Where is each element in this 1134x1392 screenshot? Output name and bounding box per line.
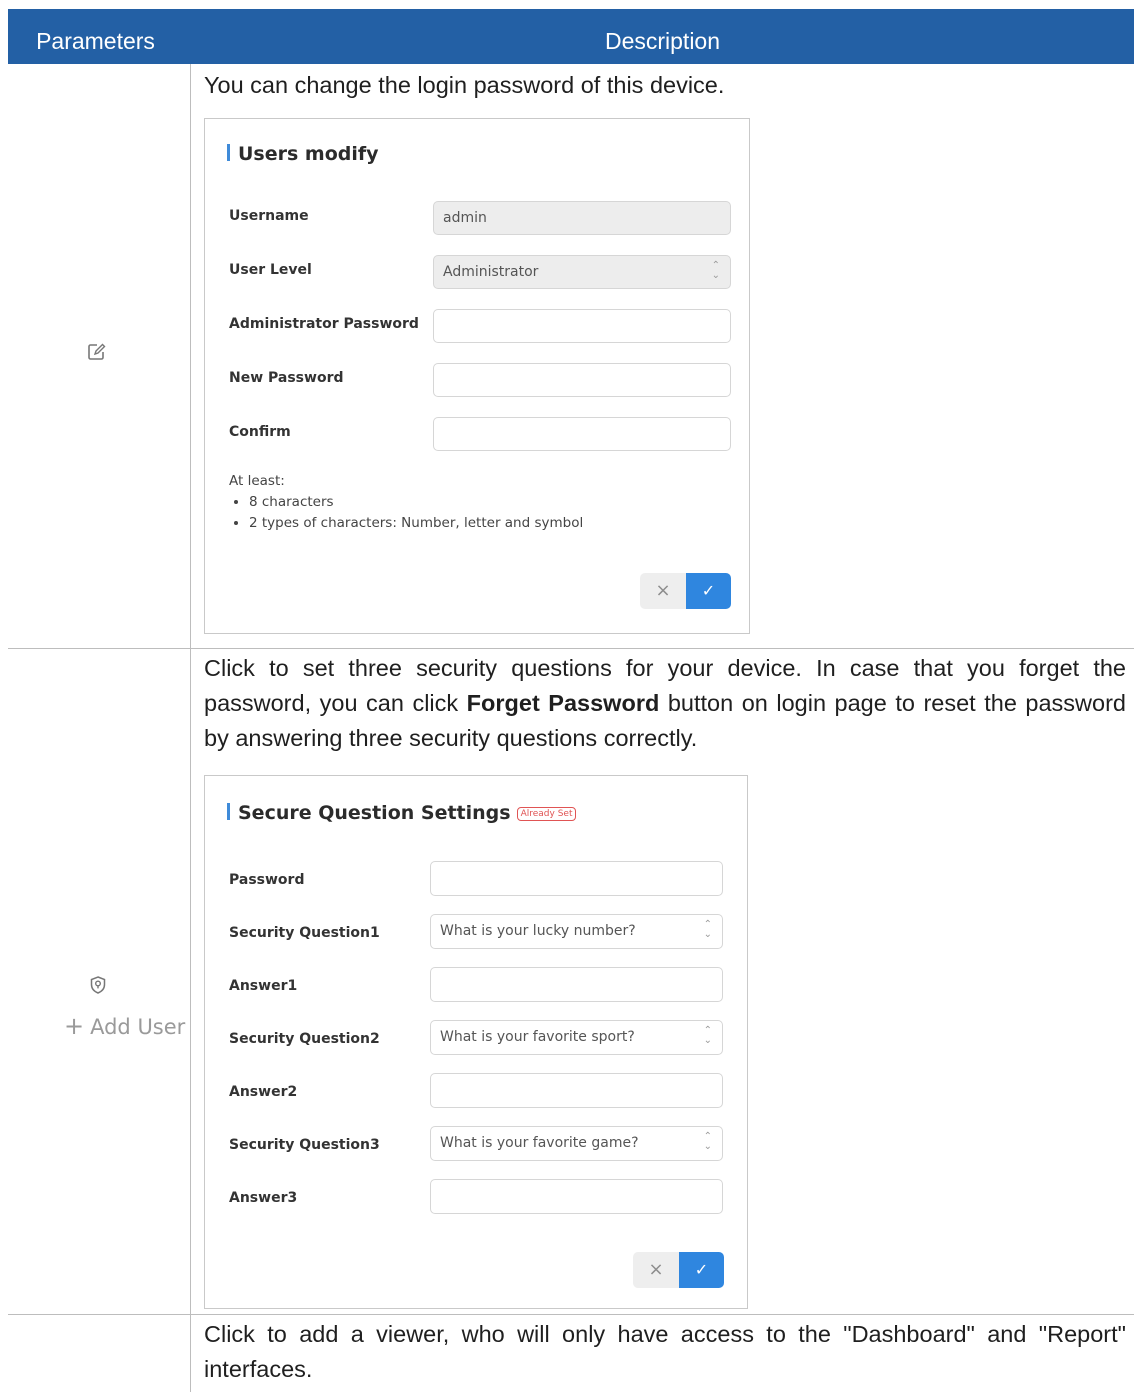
answer3-label: Answer3: [229, 1190, 298, 1206]
security-question1-select[interactable]: What is your lucky number? ⌃ ⌄: [430, 914, 723, 949]
answer1-label: Answer1: [229, 978, 298, 994]
confirm-password-field[interactable]: [433, 417, 731, 451]
username-field: admin: [433, 201, 731, 235]
add-user-label: Add User: [90, 1015, 186, 1039]
username-label: Username: [229, 208, 309, 224]
cancel-button[interactable]: ×: [633, 1252, 679, 1288]
password-requirements: At least: 8 characters 2 types of charac…: [229, 471, 583, 534]
row1-description: You can change the login password of thi…: [204, 72, 725, 98]
column-divider: [190, 64, 191, 1392]
row-divider: [8, 1314, 1134, 1315]
requirements-title: At least:: [229, 473, 285, 489]
row3-description: Click to add a viewer, who will only hav…: [204, 1321, 1126, 1382]
security-question2-label: Security Question2: [229, 1031, 380, 1047]
edit-icon: [86, 342, 106, 367]
updown-icon: ⌃ ⌄: [703, 1131, 712, 1152]
security-question3-select[interactable]: What is your favorite game? ⌃ ⌄: [430, 1126, 723, 1161]
confirm-button[interactable]: ✓: [686, 573, 731, 609]
updown-icon: ⌃ ⌄: [711, 260, 720, 281]
security-question1-label: Security Question1: [229, 925, 380, 941]
updown-icon: ⌃ ⌄: [703, 1025, 712, 1046]
secure-question-title: Secure Question Settings Already Set: [227, 802, 577, 824]
admin-password-label: Administrator Password: [229, 316, 419, 332]
answer3-field[interactable]: [430, 1179, 723, 1214]
answer1-field[interactable]: [430, 967, 723, 1002]
password-label: Password: [229, 872, 305, 888]
row2-description: Click to set three security questions fo…: [204, 655, 1126, 751]
plus-icon: +: [64, 1012, 85, 1040]
updown-icon: ⌃ ⌄: [703, 919, 712, 940]
cancel-button[interactable]: ×: [640, 573, 686, 609]
answer2-field[interactable]: [430, 1073, 723, 1108]
new-password-field[interactable]: [433, 363, 731, 397]
users-modify-panel: Users modify Username admin User Level A…: [204, 118, 750, 634]
admin-password-field[interactable]: [433, 309, 731, 343]
header-description: Description: [604, 28, 721, 54]
user-level-label: User Level: [229, 262, 312, 278]
security-question3-label: Security Question3: [229, 1137, 380, 1153]
add-user-button[interactable]: + Add User: [64, 1012, 185, 1040]
table-header: Parameters Description: [8, 9, 1134, 64]
password-field[interactable]: [430, 861, 723, 896]
row-divider: [8, 648, 1134, 649]
confirm-label: Confirm: [229, 424, 291, 440]
confirm-button[interactable]: ✓: [679, 1252, 724, 1288]
answer2-label: Answer2: [229, 1084, 298, 1100]
new-password-label: New Password: [229, 370, 344, 386]
user-level-select: Administrator ⌃ ⌄: [433, 255, 731, 289]
requirement-item: 2 types of characters: Number, letter an…: [249, 513, 583, 534]
shield-icon: [88, 975, 108, 1000]
secure-question-panel: Secure Question Settings Already Set Pass…: [204, 775, 748, 1309]
header-parameters: Parameters: [36, 28, 155, 54]
security-question2-select[interactable]: What is your favorite sport? ⌃ ⌄: [430, 1020, 723, 1055]
requirement-item: 8 characters: [249, 492, 583, 513]
forget-password-text: Forget Password: [466, 690, 660, 716]
status-badge: Already Set: [516, 807, 577, 821]
users-modify-title: Users modify: [227, 143, 379, 165]
